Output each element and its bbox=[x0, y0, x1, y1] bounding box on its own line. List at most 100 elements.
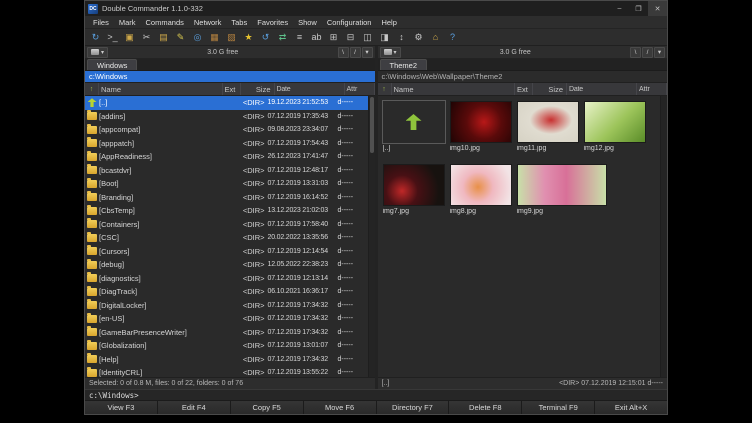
file-row[interactable]: [appcompat]<DIR>09.08.2023 23:34:07d----… bbox=[85, 123, 368, 137]
minimize-button[interactable]: – bbox=[610, 1, 629, 16]
file-row[interactable]: [Help]<DIR>07.12.2019 17:34:32d----- bbox=[85, 353, 368, 367]
drive-bar-button[interactable]: ▾ bbox=[362, 47, 373, 58]
thumbnail-item[interactable]: img8.jpg bbox=[450, 164, 512, 215]
right-drive-selector[interactable]: ▾ bbox=[380, 47, 401, 58]
drive-bar-button[interactable]: \ bbox=[338, 47, 349, 58]
drive-bar-button[interactable]: \ bbox=[630, 47, 641, 58]
file-row[interactable]: [CSC]<DIR>20.02.2022 13:35:56d----- bbox=[85, 231, 368, 245]
file-row[interactable]: [IdentityCRL]<DIR>07.12.2019 13:55:22d--… bbox=[85, 366, 368, 377]
terminal-icon[interactable]: >_ bbox=[105, 30, 120, 44]
tree-view-icon[interactable]: ⊞ bbox=[326, 30, 341, 44]
maximize-button[interactable]: ❐ bbox=[629, 1, 648, 16]
sort-indicator[interactable]: ↑ bbox=[378, 83, 392, 95]
thumbnail-item[interactable]: img11.jpg bbox=[517, 101, 579, 152]
thumbnail-item[interactable]: img7.jpg bbox=[383, 164, 445, 215]
menu-network[interactable]: Network bbox=[189, 18, 227, 27]
column-header-name[interactable]: Name bbox=[99, 83, 223, 95]
right-scrollbar[interactable] bbox=[660, 96, 667, 377]
file-row[interactable]: [addins]<DIR>07.12.2019 17:35:43d----- bbox=[85, 110, 368, 124]
fkey-f8[interactable]: Delete F8 bbox=[449, 401, 522, 414]
file-row[interactable]: [DiagTrack]<DIR>06.10.2021 16:36:17d----… bbox=[85, 285, 368, 299]
compare-icon[interactable]: ≡ bbox=[292, 30, 307, 44]
drive-bar-button[interactable]: / bbox=[350, 47, 361, 58]
paste-icon[interactable]: ▤ bbox=[156, 30, 171, 44]
fkey-f9[interactable]: Terminal F9 bbox=[522, 401, 595, 414]
file-row[interactable]: [Cursors]<DIR>07.12.2019 12:14:54d----- bbox=[85, 245, 368, 259]
column-header-attr[interactable]: Attr bbox=[637, 83, 667, 95]
title-bar[interactable]: DC Double Commander 1.1.0-332 – ❐ ✕ bbox=[85, 1, 667, 16]
search-icon[interactable]: ◎ bbox=[190, 30, 205, 44]
fkey-f4[interactable]: Edit F4 bbox=[158, 401, 231, 414]
left-drive-selector[interactable]: ▾ bbox=[87, 47, 108, 58]
options-icon[interactable]: ⚙ bbox=[411, 30, 426, 44]
multi-rename-icon[interactable]: ab bbox=[309, 30, 324, 44]
drive-bar-button[interactable]: / bbox=[642, 47, 653, 58]
file-row[interactable]: [AppReadiness]<DIR>26.12.2023 17:41:47d-… bbox=[85, 150, 368, 164]
copy-icon[interactable]: ▣ bbox=[122, 30, 137, 44]
column-header-ext[interactable]: Ext bbox=[223, 83, 241, 95]
file-row[interactable]: [Branding]<DIR>07.12.2019 16:14:52d----- bbox=[85, 191, 368, 205]
home-dir-icon[interactable]: ⌂ bbox=[428, 30, 443, 44]
menu-commands[interactable]: Commands bbox=[141, 18, 189, 27]
right-path-bar[interactable]: c:\Windows\Web\Wallpaper\Theme2 bbox=[378, 71, 668, 83]
file-row[interactable]: [GameBarPresenceWriter]<DIR>07.12.2019 1… bbox=[85, 326, 368, 340]
flat-view-icon[interactable]: ⊟ bbox=[343, 30, 358, 44]
edit-icon[interactable]: ✎ bbox=[173, 30, 188, 44]
thumbnail-item[interactable]: img12.jpg bbox=[584, 101, 646, 152]
command-line[interactable]: c:\Windows> bbox=[85, 389, 667, 400]
refresh-icon[interactable]: ↻ bbox=[88, 30, 103, 44]
file-row[interactable]: [Globalization]<DIR>07.12.2019 13:01:07d… bbox=[85, 339, 368, 353]
column-header-name[interactable]: Name bbox=[392, 83, 516, 95]
thumbnail-item[interactable]: [..] bbox=[383, 101, 445, 152]
file-row[interactable]: [DigitalLocker]<DIR>07.12.2019 17:34:32d… bbox=[85, 299, 368, 313]
fkey-f3[interactable]: View F3 bbox=[85, 401, 158, 414]
left-scrollbar[interactable] bbox=[368, 96, 375, 377]
left-drive-buttons: \/▾ bbox=[338, 47, 373, 58]
file-row[interactable]: [Boot]<DIR>07.12.2019 13:31:03d----- bbox=[85, 177, 368, 191]
pack-icon[interactable]: ▦ bbox=[207, 30, 222, 44]
menu-help[interactable]: Help bbox=[376, 18, 401, 27]
file-row[interactable]: [apppatch]<DIR>07.12.2019 17:54:43d----- bbox=[85, 137, 368, 151]
menu-mark[interactable]: Mark bbox=[114, 18, 141, 27]
swap-panels-icon[interactable]: ↕ bbox=[394, 30, 409, 44]
column-header-ext[interactable]: Ext bbox=[515, 83, 533, 95]
help-icon[interactable]: ? bbox=[445, 30, 460, 44]
fkey-f5[interactable]: Copy F5 bbox=[231, 401, 304, 414]
file-row[interactable]: [..]<DIR>19.12.2023 21:52:53d----- bbox=[85, 96, 368, 110]
drive-bar-button[interactable]: ▾ bbox=[654, 47, 665, 58]
file-row[interactable]: [Containers]<DIR>07.12.2019 17:58:40d---… bbox=[85, 218, 368, 232]
menu-favorites[interactable]: Favorites bbox=[252, 18, 293, 27]
sync-dirs-icon[interactable]: ⇄ bbox=[275, 30, 290, 44]
column-header-size[interactable]: Size bbox=[241, 83, 275, 95]
thumbnail-item[interactable]: img9.jpg bbox=[517, 164, 607, 215]
file-row[interactable]: [bcastdvr]<DIR>07.12.2019 12:48:17d----- bbox=[85, 164, 368, 178]
split-view-icon[interactable]: ◨ bbox=[377, 30, 392, 44]
menu-configuration[interactable]: Configuration bbox=[322, 18, 377, 27]
cut-icon[interactable]: ✂ bbox=[139, 30, 154, 44]
column-header-attr[interactable]: Attr bbox=[345, 83, 375, 95]
menu-show[interactable]: Show bbox=[293, 18, 322, 27]
file-row[interactable]: [debug]<DIR>12.05.2022 22:38:23d----- bbox=[85, 258, 368, 272]
quick-view-icon[interactable]: ◫ bbox=[360, 30, 375, 44]
scrollbar-thumb[interactable] bbox=[370, 97, 374, 153]
column-header-size[interactable]: Size bbox=[533, 83, 567, 95]
menu-files[interactable]: Files bbox=[88, 18, 114, 27]
tab-theme2[interactable]: Theme2 bbox=[380, 59, 428, 70]
unpack-icon[interactable]: ▧ bbox=[224, 30, 239, 44]
fkey-alt+x[interactable]: Exit Alt+X bbox=[595, 401, 667, 414]
history-icon[interactable]: ↺ bbox=[258, 30, 273, 44]
file-row[interactable]: [diagnostics]<DIR>07.12.2019 12:13:14d--… bbox=[85, 272, 368, 286]
close-button[interactable]: ✕ bbox=[648, 1, 667, 16]
thumbnail-item[interactable]: img10.jpg bbox=[450, 101, 512, 152]
menu-tabs[interactable]: Tabs bbox=[226, 18, 252, 27]
file-row[interactable]: [CbsTemp]<DIR>13.12.2023 21:02:03d----- bbox=[85, 204, 368, 218]
fkey-f6[interactable]: Move F6 bbox=[304, 401, 377, 414]
left-path-bar[interactable]: c:\Windows bbox=[85, 71, 375, 83]
sort-indicator[interactable]: ↑ bbox=[85, 83, 99, 95]
column-header-date[interactable]: Date bbox=[275, 83, 345, 95]
favorites-icon[interactable]: ★ bbox=[241, 30, 256, 44]
fkey-f7[interactable]: Directory F7 bbox=[377, 401, 450, 414]
column-header-date[interactable]: Date bbox=[567, 83, 637, 95]
tab-windows[interactable]: Windows bbox=[87, 59, 137, 70]
file-row[interactable]: [en-US]<DIR>07.12.2019 17:34:32d----- bbox=[85, 312, 368, 326]
